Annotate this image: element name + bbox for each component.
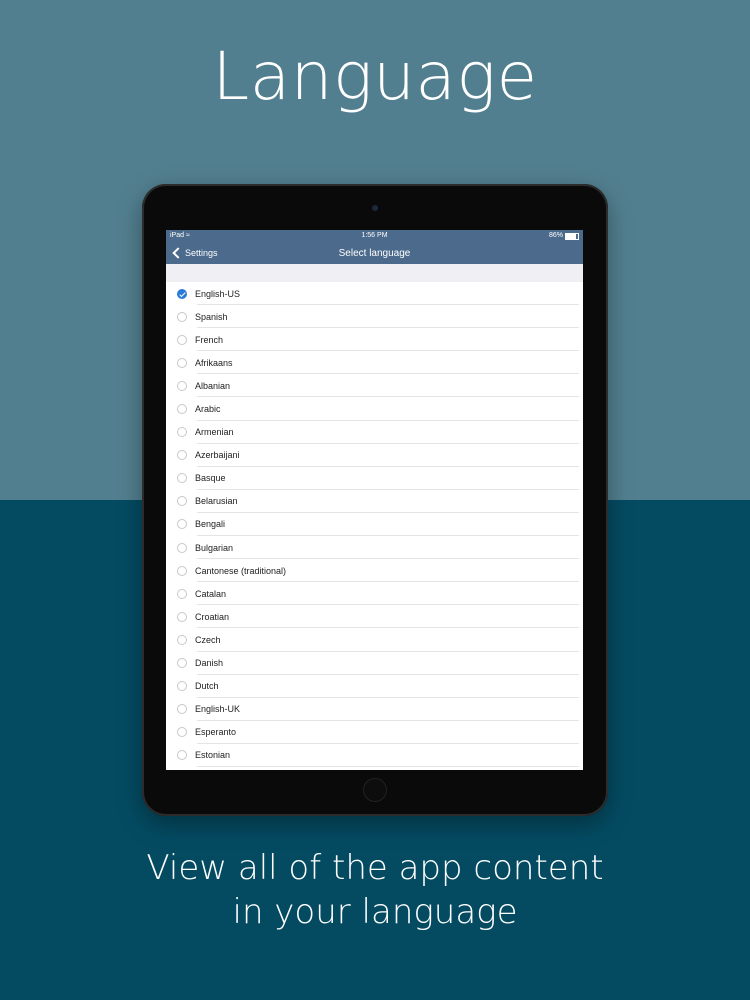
language-label: Bulgarian xyxy=(195,542,234,553)
language-label: Albanian xyxy=(195,380,231,391)
home-button[interactable] xyxy=(363,778,387,802)
language-label: Croatian xyxy=(195,611,230,622)
ipad-device: iPad ≈ 1:56 PM 86% Settings Select langu… xyxy=(142,184,608,816)
battery-percent: 86% xyxy=(548,232,563,239)
tagline-line-2: in your language xyxy=(232,892,518,932)
radio-icon xyxy=(177,473,187,484)
language-row[interactable]: Cantonese (traditional) xyxy=(166,559,583,583)
radio-icon xyxy=(177,427,187,438)
language-row[interactable]: Albanian xyxy=(166,374,583,398)
battery-icon xyxy=(565,232,579,240)
device-screen: iPad ≈ 1:56 PM 86% Settings Select langu… xyxy=(166,230,583,770)
language-row[interactable]: Spanish xyxy=(166,305,583,329)
language-label: Bengali xyxy=(195,519,226,530)
radio-icon xyxy=(177,727,187,738)
language-row[interactable]: English-UK xyxy=(166,698,583,721)
language-label: Basque xyxy=(195,473,226,484)
radio-icon xyxy=(177,658,187,669)
headline: Language xyxy=(212,38,538,115)
language-row[interactable]: French xyxy=(166,328,583,352)
language-row[interactable]: Danish xyxy=(166,652,583,675)
language-row[interactable]: Bengali xyxy=(166,513,583,537)
back-button[interactable]: Settings xyxy=(172,246,218,260)
status-time: 1:56 PM xyxy=(361,232,388,239)
radio-icon xyxy=(177,380,187,391)
nav-bar: Settings Select language xyxy=(166,242,583,264)
tagline-line-1: View all of the app content xyxy=(146,848,604,888)
language-label: Esperanto xyxy=(195,727,237,738)
radio-icon xyxy=(177,357,187,368)
language-label: Dutch xyxy=(195,681,219,692)
language-label: English-UK xyxy=(195,704,241,715)
radio-icon xyxy=(177,634,187,645)
language-label: Catalan xyxy=(195,588,227,599)
language-label: Danish xyxy=(195,658,224,669)
radio-icon xyxy=(177,519,187,530)
language-label: Czech xyxy=(195,634,221,645)
camera xyxy=(372,205,378,211)
language-row[interactable]: Afrikaans xyxy=(166,351,583,375)
language-label: Estonian xyxy=(195,750,231,761)
language-row[interactable]: Arabic xyxy=(166,397,583,421)
radio-icon xyxy=(177,611,187,622)
radio-icon xyxy=(177,496,187,507)
language-row[interactable]: Catalan xyxy=(166,582,583,606)
language-row[interactable]: Azerbaijani xyxy=(166,444,583,467)
radio-icon xyxy=(177,681,187,692)
radio-icon xyxy=(177,704,187,715)
checkmark-icon xyxy=(177,288,187,299)
back-label: Settings xyxy=(185,248,218,258)
list-header-spacer xyxy=(166,264,583,282)
language-label: Armenian xyxy=(195,427,234,438)
language-row[interactable]: Croatian xyxy=(166,605,583,629)
language-row[interactable]: Armenian xyxy=(166,421,583,444)
radio-icon xyxy=(177,542,187,553)
language-row[interactable]: English-US xyxy=(166,282,583,306)
language-label: English-US xyxy=(195,288,241,299)
language-row[interactable]: Dutch xyxy=(166,675,583,698)
language-label: Azerbaijani xyxy=(195,450,240,461)
radio-icon xyxy=(177,565,187,576)
radio-icon xyxy=(177,450,187,461)
battery-fill xyxy=(566,233,577,239)
radio-icon xyxy=(177,750,187,761)
language-label: Spanish xyxy=(195,311,228,322)
language-label: Afrikaans xyxy=(195,357,233,368)
language-row[interactable]: Basque xyxy=(166,467,583,490)
page-title: Select language xyxy=(338,247,411,259)
radio-icon xyxy=(177,404,187,415)
language-row[interactable]: Bulgarian xyxy=(166,536,583,560)
language-label: French xyxy=(195,334,224,345)
language-label: Cantonese (traditional) xyxy=(195,565,287,576)
battery-status: 86% xyxy=(549,230,579,242)
tagline: View all of the app content in your lang… xyxy=(0,846,750,934)
radio-icon xyxy=(177,311,187,322)
status-bar: iPad ≈ 1:56 PM 86% xyxy=(166,230,583,242)
language-label: Arabic xyxy=(195,404,221,415)
language-row[interactable]: Belarusian xyxy=(166,490,583,514)
language-row[interactable]: Czech xyxy=(166,628,583,652)
language-label: Belarusian xyxy=(195,496,238,507)
language-list: English-US Spanish French Afrikaans Albanian… xyxy=(166,282,583,768)
radio-icon xyxy=(177,588,187,599)
chevron-left-icon xyxy=(172,247,184,259)
language-row[interactable]: Estonian xyxy=(166,744,583,768)
language-row[interactable]: Esperanto xyxy=(166,721,583,744)
radio-icon xyxy=(177,334,187,345)
